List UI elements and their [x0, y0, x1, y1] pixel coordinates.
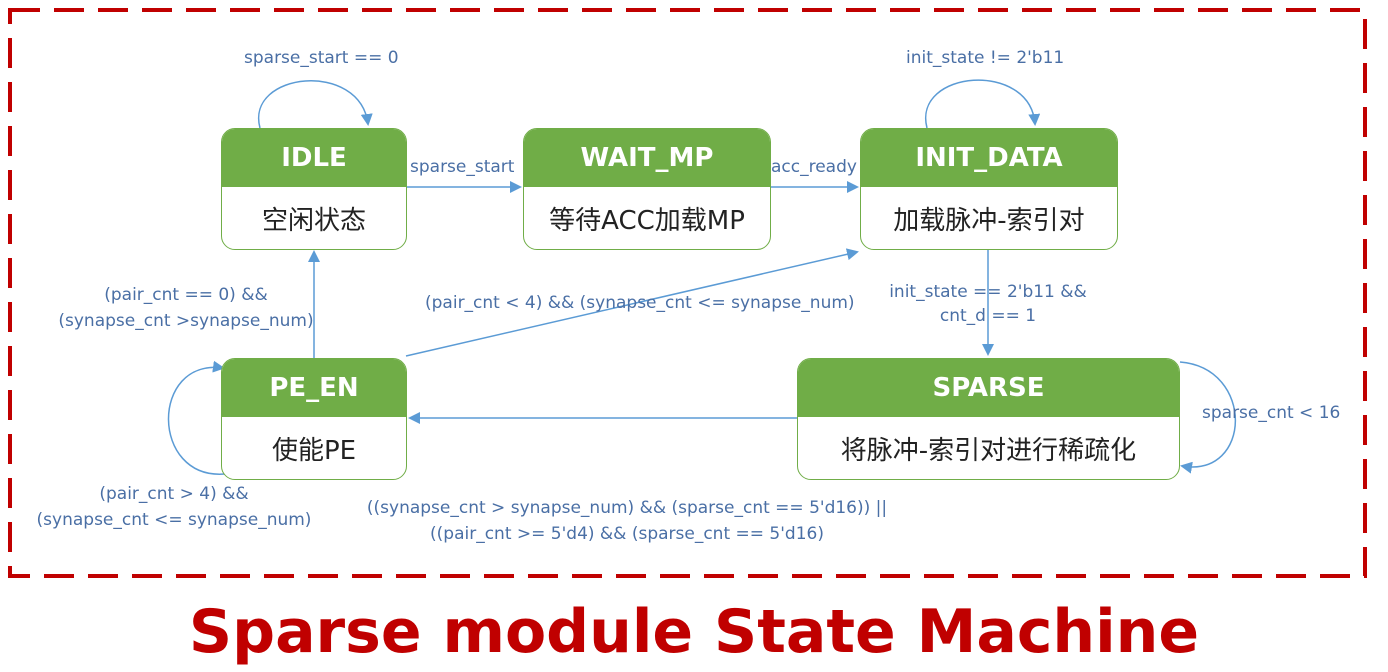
state-sparse-desc: 将脉冲-索引对进行稀疏化 [840, 435, 1137, 466]
state-sparse-name: SPARSE [798, 359, 1179, 417]
label-wait-to-init: acc_ready [771, 157, 857, 177]
state-wait-mp: WAIT_MP 等待ACC加载MP [523, 128, 771, 250]
label-pe-to-idle-line1: (pair_cnt == 0) && [104, 285, 268, 305]
state-wait-mp-name: WAIT_MP [524, 129, 770, 187]
label-idle-to-wait: sparse_start [410, 157, 515, 177]
label-sparse-to-pe: ((synapse_cnt > synapse_num) && (sparse_… [362, 495, 892, 547]
label-init-to-sparse-line1: init_state == 2'b11 && [889, 282, 1087, 302]
arrow-init-self [924, 79, 1041, 129]
label-pe-to-idle: (pair_cnt == 0) && (synapse_cnt >synapse… [52, 282, 320, 334]
state-init-data-name: INIT_DATA [861, 129, 1117, 187]
state-idle-name: IDLE [222, 129, 406, 187]
diagram-canvas [8, 8, 1367, 578]
label-pe-self-line1: (pair_cnt > 4) && [99, 484, 249, 504]
arrow-idle-self [257, 80, 373, 129]
label-sparse-to-pe-line1: ((synapse_cnt > synapse_num) && (sparse_… [366, 498, 888, 518]
state-idle-desc: 空闲状态 [261, 205, 366, 236]
label-init-to-sparse-line2: cnt_d == 1 [939, 306, 1037, 326]
state-wait-mp-desc: 等待ACC加载MP [549, 205, 745, 236]
state-init-data: INIT_DATA 加载脉冲-索引对 [860, 128, 1118, 250]
label-sparse-self: sparse_cnt < 16 [1202, 403, 1341, 423]
state-idle: IDLE 空闲状态 [221, 128, 407, 250]
state-init-data-desc: 加载脉冲-索引对 [893, 205, 1085, 236]
diagram-title: Sparse module State Machine [188, 597, 1200, 667]
arrow-pe-self [167, 360, 226, 475]
label-sparse-to-pe-line2: ((pair_cnt >= 5'd4) && (sparse_cnt == 5'… [430, 524, 824, 544]
state-pe-en-desc: 使能PE [271, 435, 357, 466]
state-sparse: SPARSE 将脉冲-索引对进行稀疏化 [797, 358, 1180, 480]
state-pe-en-name: PE_EN [222, 359, 406, 417]
label-pe-to-init: (pair_cnt < 4) && (synapse_cnt <= synaps… [425, 293, 855, 313]
label-pe-to-idle-line2: (synapse_cnt >synapse_num) [58, 311, 314, 331]
label-init-to-sparse: init_state == 2'b11 && cnt_d == 1 [888, 280, 1088, 328]
state-pe-en: PE_EN 使能PE [221, 358, 407, 480]
label-init-self: init_state != 2'b11 [906, 48, 1065, 68]
label-pe-self-line2: (synapse_cnt <= synapse_num) [36, 510, 312, 530]
label-pe-self: (pair_cnt > 4) && (synapse_cnt <= synaps… [36, 481, 312, 533]
label-idle-self: sparse_start == 0 [244, 48, 399, 68]
